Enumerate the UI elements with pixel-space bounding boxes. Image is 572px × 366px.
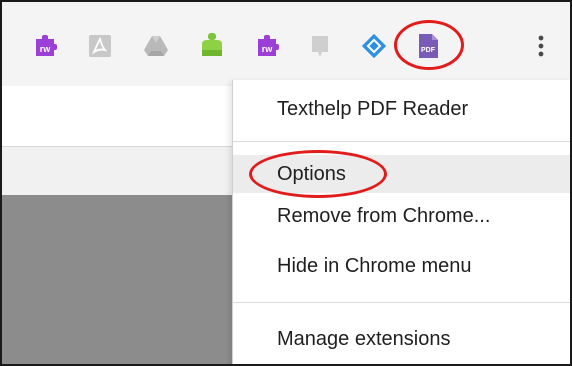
- screenshot-border: [0, 0, 572, 366]
